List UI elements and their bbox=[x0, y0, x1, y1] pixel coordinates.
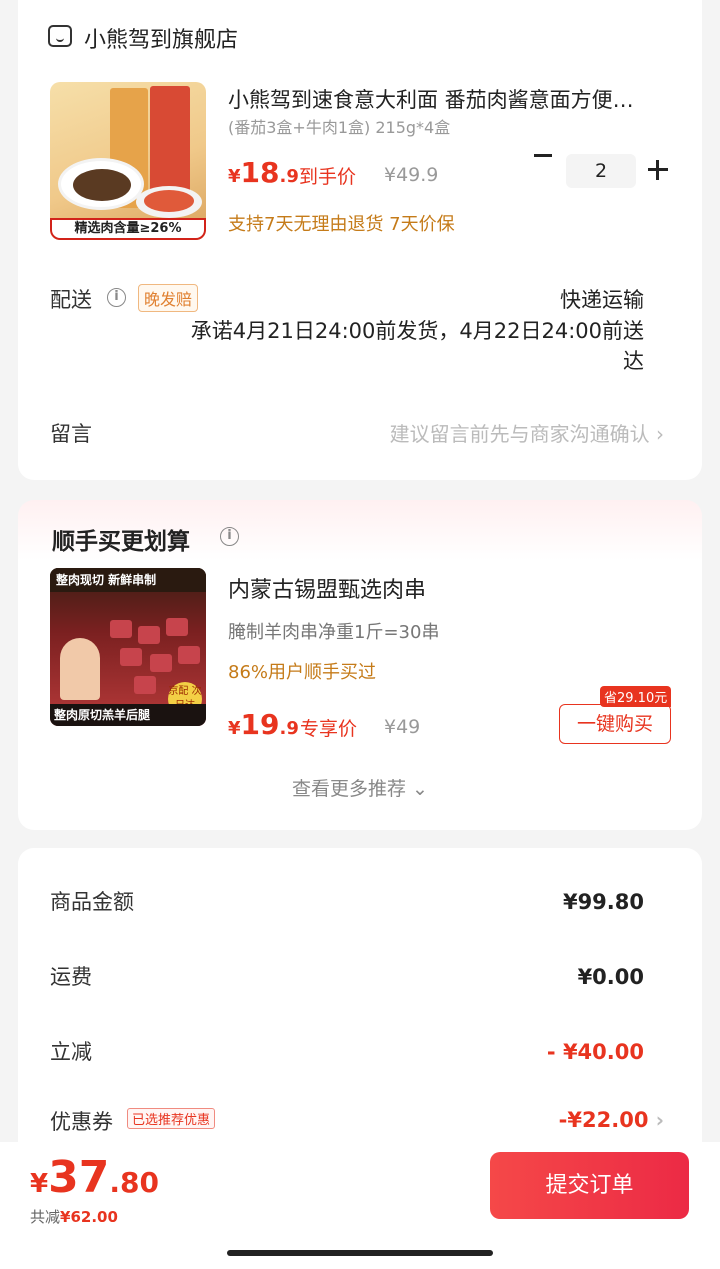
recommendation-price: ¥19.9 bbox=[228, 708, 299, 741]
product-image[interactable]: 精选肉含量≥26% bbox=[50, 82, 206, 240]
shipping-method[interactable]: 快递运输 bbox=[560, 284, 644, 314]
product-spec: (番茄3盒+牛肉1盒) 215g*4盒 bbox=[228, 118, 451, 137]
shipping-promise: 承诺4月21日24:00前发货，4月22日24:00前送达 bbox=[190, 319, 644, 373]
product-image-band: 精选肉含量≥26% bbox=[50, 218, 206, 240]
recommendation-social-proof: 86%用户顺手买过 bbox=[228, 662, 377, 683]
message-label: 留言 bbox=[50, 422, 92, 446]
price-tag: 专享价 bbox=[300, 718, 358, 740]
product-title[interactable]: 小熊驾到速食意大利面 番茄肉酱意面方便… bbox=[228, 84, 678, 114]
subtotal-label: 商品金额 bbox=[50, 890, 134, 914]
order-item-card: 小熊驾到旗舰店 精选肉含量≥26% 小熊驾到速食意大利面 番茄肉酱意面方便… (… bbox=[18, 0, 702, 480]
message-input[interactable]: 建议留言前先与商家沟通确认 › bbox=[390, 418, 664, 447]
shipping-fee-value: ¥0.00 bbox=[577, 965, 644, 989]
checkout-bar: ¥37.80 共减¥62.00 提交订单 bbox=[0, 1142, 720, 1269]
quantity-field[interactable]: 2 bbox=[566, 154, 636, 188]
delivery-label: 配送 bbox=[50, 288, 92, 312]
home-indicator[interactable] bbox=[227, 1250, 493, 1256]
original-price: ¥49 bbox=[384, 716, 421, 738]
coupon-row[interactable]: -¥22.00 › bbox=[559, 1108, 664, 1132]
info-icon[interactable]: i bbox=[107, 288, 126, 307]
total-price: ¥37.80 bbox=[30, 1152, 159, 1203]
submit-order-button[interactable]: 提交订单 bbox=[490, 1152, 689, 1219]
recommendation-title[interactable]: 内蒙古锡盟甄选肉串 bbox=[228, 572, 426, 604]
shipping-fee-label: 运费 bbox=[50, 965, 92, 989]
chevron-right-icon: › bbox=[655, 1108, 664, 1132]
shop-name[interactable]: 小熊驾到旗舰店 bbox=[84, 22, 238, 54]
one-click-buy-button[interactable]: 一键购买 bbox=[559, 704, 671, 744]
product-price: ¥18.9 bbox=[228, 156, 299, 189]
product-guarantees: 支持7天无理由退货 7天价保 bbox=[228, 214, 455, 235]
coupon-badge: 已选推荐优惠 bbox=[127, 1108, 216, 1129]
info-icon[interactable]: i bbox=[220, 527, 239, 546]
discount-value: - ¥40.00 bbox=[546, 1040, 644, 1064]
section-title: 顺手买更划算 bbox=[52, 529, 190, 555]
price-tag: 到手价 bbox=[299, 166, 357, 188]
coupon-label: 优惠券 bbox=[50, 1110, 113, 1134]
subtotal-value: ¥99.80 bbox=[562, 890, 644, 914]
quantity-increase-button[interactable] bbox=[648, 160, 668, 180]
total-savings: 共减¥62.00 bbox=[30, 1208, 118, 1226]
quantity-decrease-button[interactable] bbox=[532, 150, 554, 164]
chevron-right-icon: › bbox=[656, 422, 664, 446]
recommendation-spec: 腌制羊肉串净重1斤=30串 bbox=[228, 622, 440, 643]
discount-label: 立减 bbox=[50, 1040, 92, 1064]
coupon-value: -¥22.00 bbox=[558, 1108, 649, 1132]
recommendation-image[interactable]: 整肉现切 新鲜串制 京配 次日达 整肉原切羔羊后腿 bbox=[50, 568, 206, 726]
shop-icon bbox=[48, 25, 72, 47]
see-more-recommendations[interactable]: 查看更多推荐 ⌄ bbox=[18, 774, 702, 801]
late-compensation-badge: 晚发赔 bbox=[138, 284, 199, 312]
original-price: ¥49.9 bbox=[384, 164, 439, 186]
recommendation-card: 顺手买更划算 i 整肉现切 新鲜串制 京配 次日达 整肉原切羔羊后腿 内蒙古锡盟… bbox=[18, 500, 702, 830]
